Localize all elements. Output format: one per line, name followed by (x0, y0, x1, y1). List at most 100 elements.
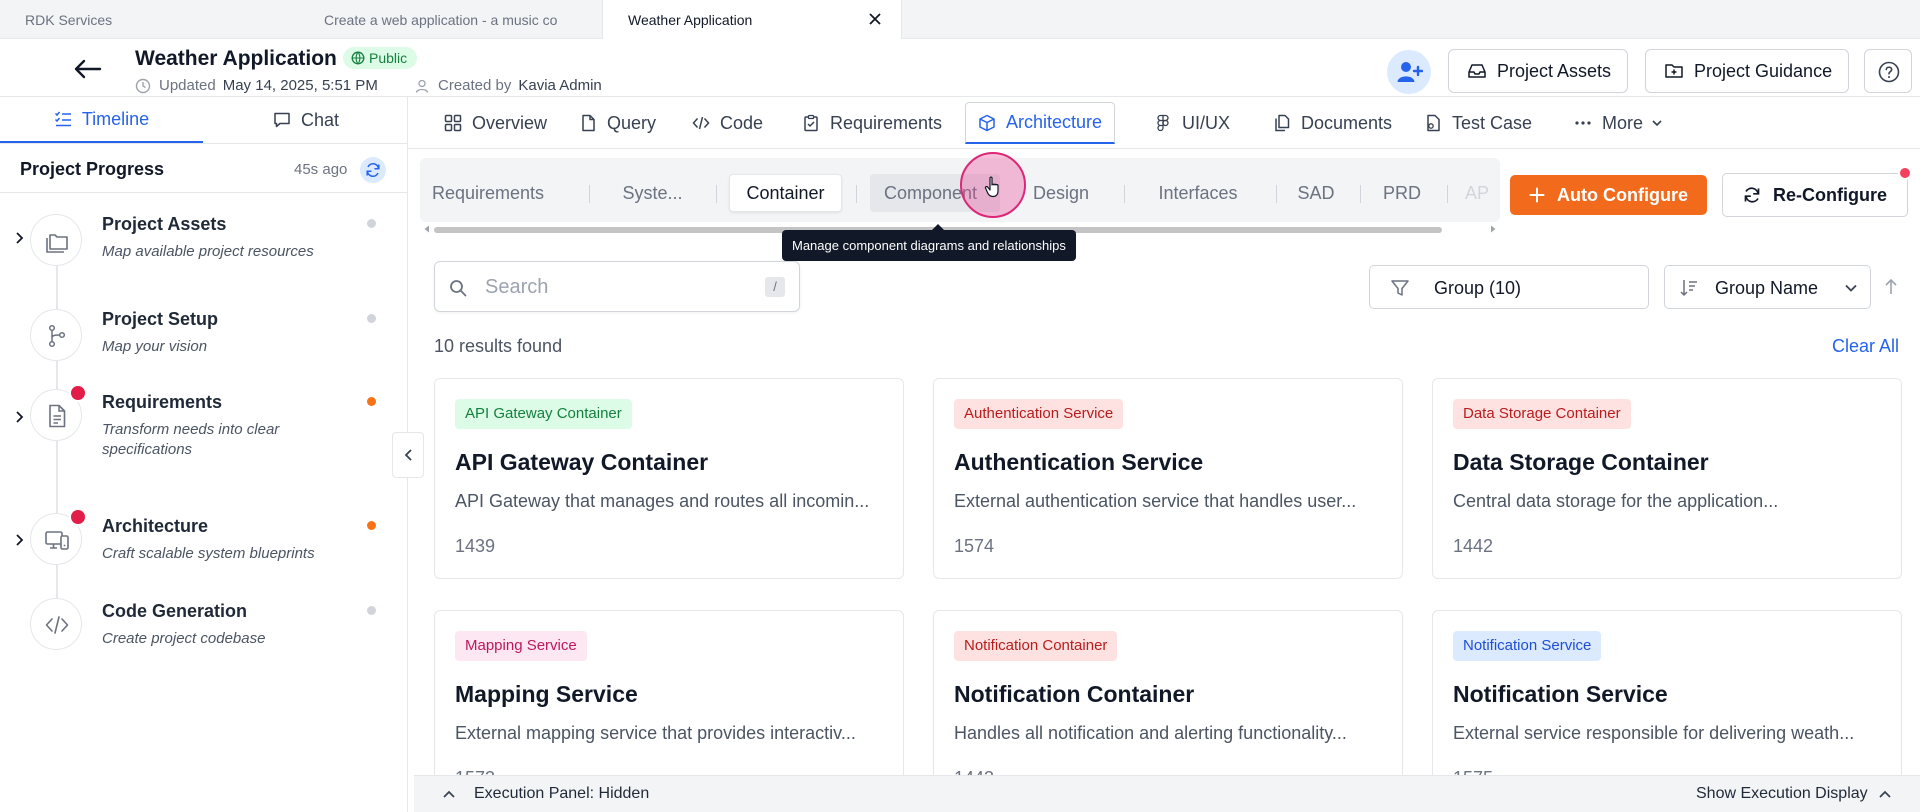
tab-documents[interactable]: Documents (1261, 102, 1404, 144)
results-count: 10 results found (434, 336, 563, 356)
help-button[interactable] (1864, 49, 1912, 93)
tab-test-case[interactable]: Test Case (1412, 102, 1544, 144)
project-guidance-button[interactable]: Project Guidance (1645, 49, 1850, 93)
scroll-left-icon[interactable] (422, 224, 432, 234)
scroll-right-icon[interactable] (1488, 224, 1498, 234)
subtab-system[interactable]: Syste... (600, 174, 705, 212)
browser-tab-music[interactable]: Create a web application - a music co (300, 0, 600, 39)
more-dots-icon (1574, 114, 1592, 132)
chevron-up-icon[interactable] (1878, 788, 1892, 800)
tab-label: Test Case (1452, 112, 1533, 133)
tab-timeline[interactable]: Timeline (0, 97, 203, 143)
created-value: Kavia Admin (518, 77, 602, 94)
subtab-divider (1276, 185, 1277, 203)
chevron-right-icon[interactable] (12, 410, 26, 424)
visibility-badge: Public (343, 47, 418, 69)
subtab-design[interactable]: Design (1020, 174, 1102, 212)
tab-code[interactable]: Code (680, 102, 775, 144)
card-tag: API Gateway Container (455, 399, 632, 429)
project-assets-label: Project Assets (1497, 60, 1612, 81)
back-arrow-icon[interactable] (72, 57, 102, 81)
card-title: API Gateway Container (455, 449, 709, 475)
group-filter-button[interactable]: Group (10) (1369, 265, 1649, 309)
subtab-requirements[interactable]: Requirements (428, 174, 548, 212)
plus-icon (1529, 187, 1545, 203)
subtab-prd[interactable]: PRD (1373, 174, 1431, 212)
tab-overview[interactable]: Overview (432, 102, 559, 144)
hand-pointer-icon (984, 176, 1002, 198)
step-desc: Craft scalable system blueprints (102, 545, 315, 562)
inbox-icon (1467, 61, 1487, 81)
project-header: Weather Application Public Updated May 1… (0, 39, 1920, 97)
refresh-icon (1743, 186, 1761, 204)
chevron-right-icon[interactable] (12, 533, 26, 547)
step-status-dot (367, 219, 376, 228)
sort-select[interactable]: Group Name (1664, 265, 1871, 309)
browser-tab-weather[interactable]: Weather Application (602, 0, 902, 39)
tab-architecture[interactable]: Architecture (965, 102, 1116, 144)
card-title: Data Storage Container (1453, 449, 1709, 475)
clear-all-link[interactable]: Clear All (1832, 336, 1899, 357)
step-desc: Transform needs into clear specification… (102, 421, 280, 458)
subtab-divider (1124, 185, 1125, 203)
subtab-divider (589, 185, 590, 203)
subtab-label: Requirements (431, 182, 545, 203)
file-icon (579, 114, 597, 132)
re-configure-button[interactable]: Re-Configure (1722, 173, 1908, 217)
step-name: Architecture (102, 516, 209, 536)
step-name: Project Assets (102, 214, 227, 234)
subtab-label: PRD (1382, 182, 1421, 203)
step-name: Requirements (102, 392, 223, 412)
tab-chat[interactable]: Chat (204, 97, 408, 143)
subtab-container[interactable]: Container (729, 174, 842, 212)
card-description: External authentication service that han… (954, 491, 1357, 511)
component-card[interactable]: Data Storage Container Data Storage Cont… (1432, 378, 1902, 579)
page-title: Weather Application (135, 47, 337, 70)
filter-icon (1390, 278, 1410, 298)
project-assets-button[interactable]: Project Assets (1448, 49, 1629, 93)
collapse-sidebar-button[interactable] (392, 432, 424, 478)
sort-ascending-icon[interactable] (1883, 278, 1899, 296)
progress-divider (0, 192, 408, 193)
card-description: Handles all notification and alerting fu… (954, 723, 1347, 743)
document-icon (44, 403, 70, 429)
step-status-dot (367, 606, 376, 615)
subtab-divider (1447, 185, 1448, 203)
tab-query[interactable]: Query (567, 102, 668, 144)
main-tab-bar: Overview Query Code Requirements Archite… (408, 97, 1920, 149)
tab-label: Query (607, 112, 657, 133)
tab-requirements[interactable]: Requirements (790, 102, 954, 144)
tab-label: Requirements (830, 112, 943, 133)
show-execution-display-link[interactable]: Show Execution Display (1696, 785, 1868, 803)
subtab-interfaces[interactable]: Interfaces (1138, 174, 1258, 212)
card-id: 1574 (954, 536, 995, 556)
step-name: Code Generation (102, 601, 248, 621)
chevron-right-icon[interactable] (12, 231, 26, 245)
help-icon (1878, 61, 1900, 83)
add-user-button[interactable] (1387, 50, 1431, 94)
execution-panel-bar: Execution Panel: Hidden Show Execution D… (414, 775, 1920, 812)
chevron-up-icon[interactable] (442, 788, 456, 800)
auto-configure-label: Auto Configure (1557, 184, 1688, 205)
search-box[interactable]: / (434, 261, 800, 312)
browser-tab-rdk[interactable]: RDK Services (0, 0, 300, 39)
card-title: Authentication Service (954, 449, 1204, 475)
tab-label: Architecture (1006, 112, 1103, 132)
component-card[interactable]: API Gateway Container API Gateway Contai… (434, 378, 904, 579)
devices-icon (44, 527, 70, 553)
clipboard-check-icon (802, 114, 820, 132)
subtab-api[interactable]: AP (1460, 174, 1500, 212)
auto-configure-button[interactable]: Auto Configure (1510, 175, 1707, 215)
globe-icon (351, 51, 365, 65)
user-plus-icon (1397, 61, 1423, 83)
test-file-icon (1424, 114, 1442, 132)
code-icon (692, 114, 710, 132)
refresh-button[interactable] (360, 157, 386, 183)
tab-uiux[interactable]: UI/UX (1142, 102, 1242, 144)
component-card[interactable]: Authentication Service Authentication Se… (933, 378, 1403, 579)
search-input[interactable] (485, 272, 735, 302)
tab-more[interactable]: More (1562, 102, 1675, 144)
subtab-sad[interactable]: SAD (1288, 174, 1344, 212)
browser-tab-bar: RDK Services Create a web application - … (0, 0, 1920, 39)
close-icon[interactable] (865, 9, 885, 29)
